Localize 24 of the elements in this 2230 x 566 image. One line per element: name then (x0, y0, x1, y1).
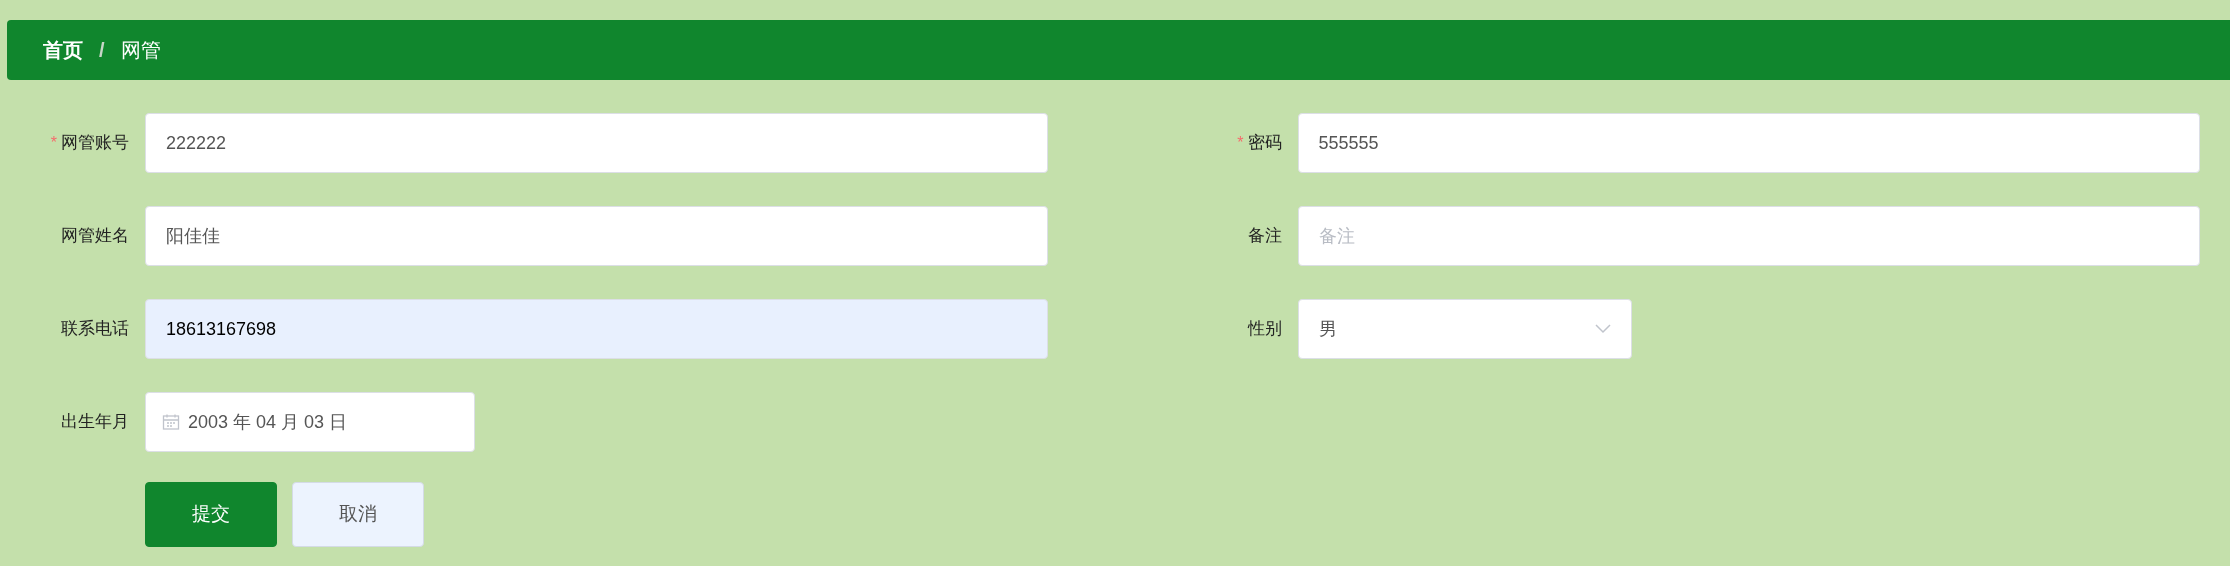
date-field[interactable]: 2003 年 04 月 03 日 (145, 392, 475, 452)
input-field[interactable]: 备注 (1297, 206, 2200, 266)
input-field[interactable]: 222222 (145, 113, 1048, 173)
calendar-icon (162, 413, 180, 431)
required-asterisk: * (50, 133, 57, 153)
field-label: 密码 (1247, 132, 1282, 155)
submit-button[interactable]: 提交 (145, 482, 277, 547)
select-value: 男 (1318, 317, 1337, 341)
date-value: 2003 年 04 月 03 日 (188, 410, 348, 434)
field-label: 联系电话 (61, 318, 129, 341)
field-label: 网管账号 (61, 132, 129, 155)
input-field[interactable]: 555555 (1297, 113, 2200, 173)
cancel-button[interactable]: 取消 (292, 482, 424, 547)
field-label: 出生年月 (61, 411, 129, 434)
required-asterisk: * (1237, 133, 1244, 153)
input-field[interactable]: 阳佳佳 (145, 206, 1048, 266)
field-label: 性别 (1247, 318, 1282, 341)
breadcrumb-separator: / (99, 38, 105, 63)
select-field[interactable]: 男 (1297, 299, 1632, 359)
breadcrumb-link[interactable]: 首页 (43, 35, 83, 65)
field-label: 网管姓名 (61, 225, 129, 248)
chevron-down-icon (1594, 324, 1611, 334)
field-label: 备注 (1247, 225, 1282, 248)
input-field[interactable]: 18613167698 (145, 299, 1048, 359)
